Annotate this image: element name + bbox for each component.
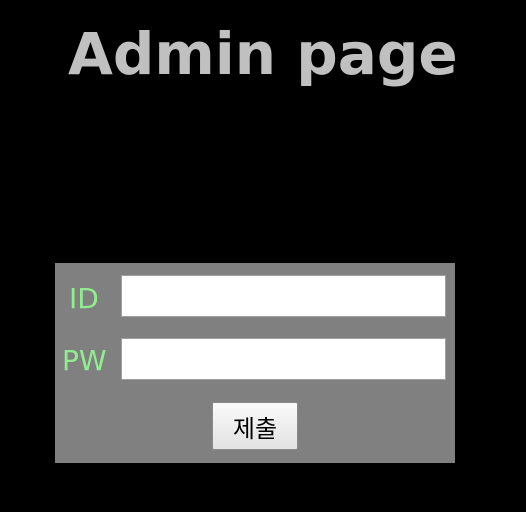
password-input[interactable] — [121, 338, 446, 380]
login-form: ID PW 제출 — [55, 263, 455, 463]
pw-label: PW — [62, 344, 107, 377]
id-input[interactable] — [121, 275, 446, 317]
id-label: ID — [69, 282, 99, 315]
submit-button[interactable]: 제출 — [212, 402, 298, 450]
page-title: Admin page — [68, 20, 458, 88]
